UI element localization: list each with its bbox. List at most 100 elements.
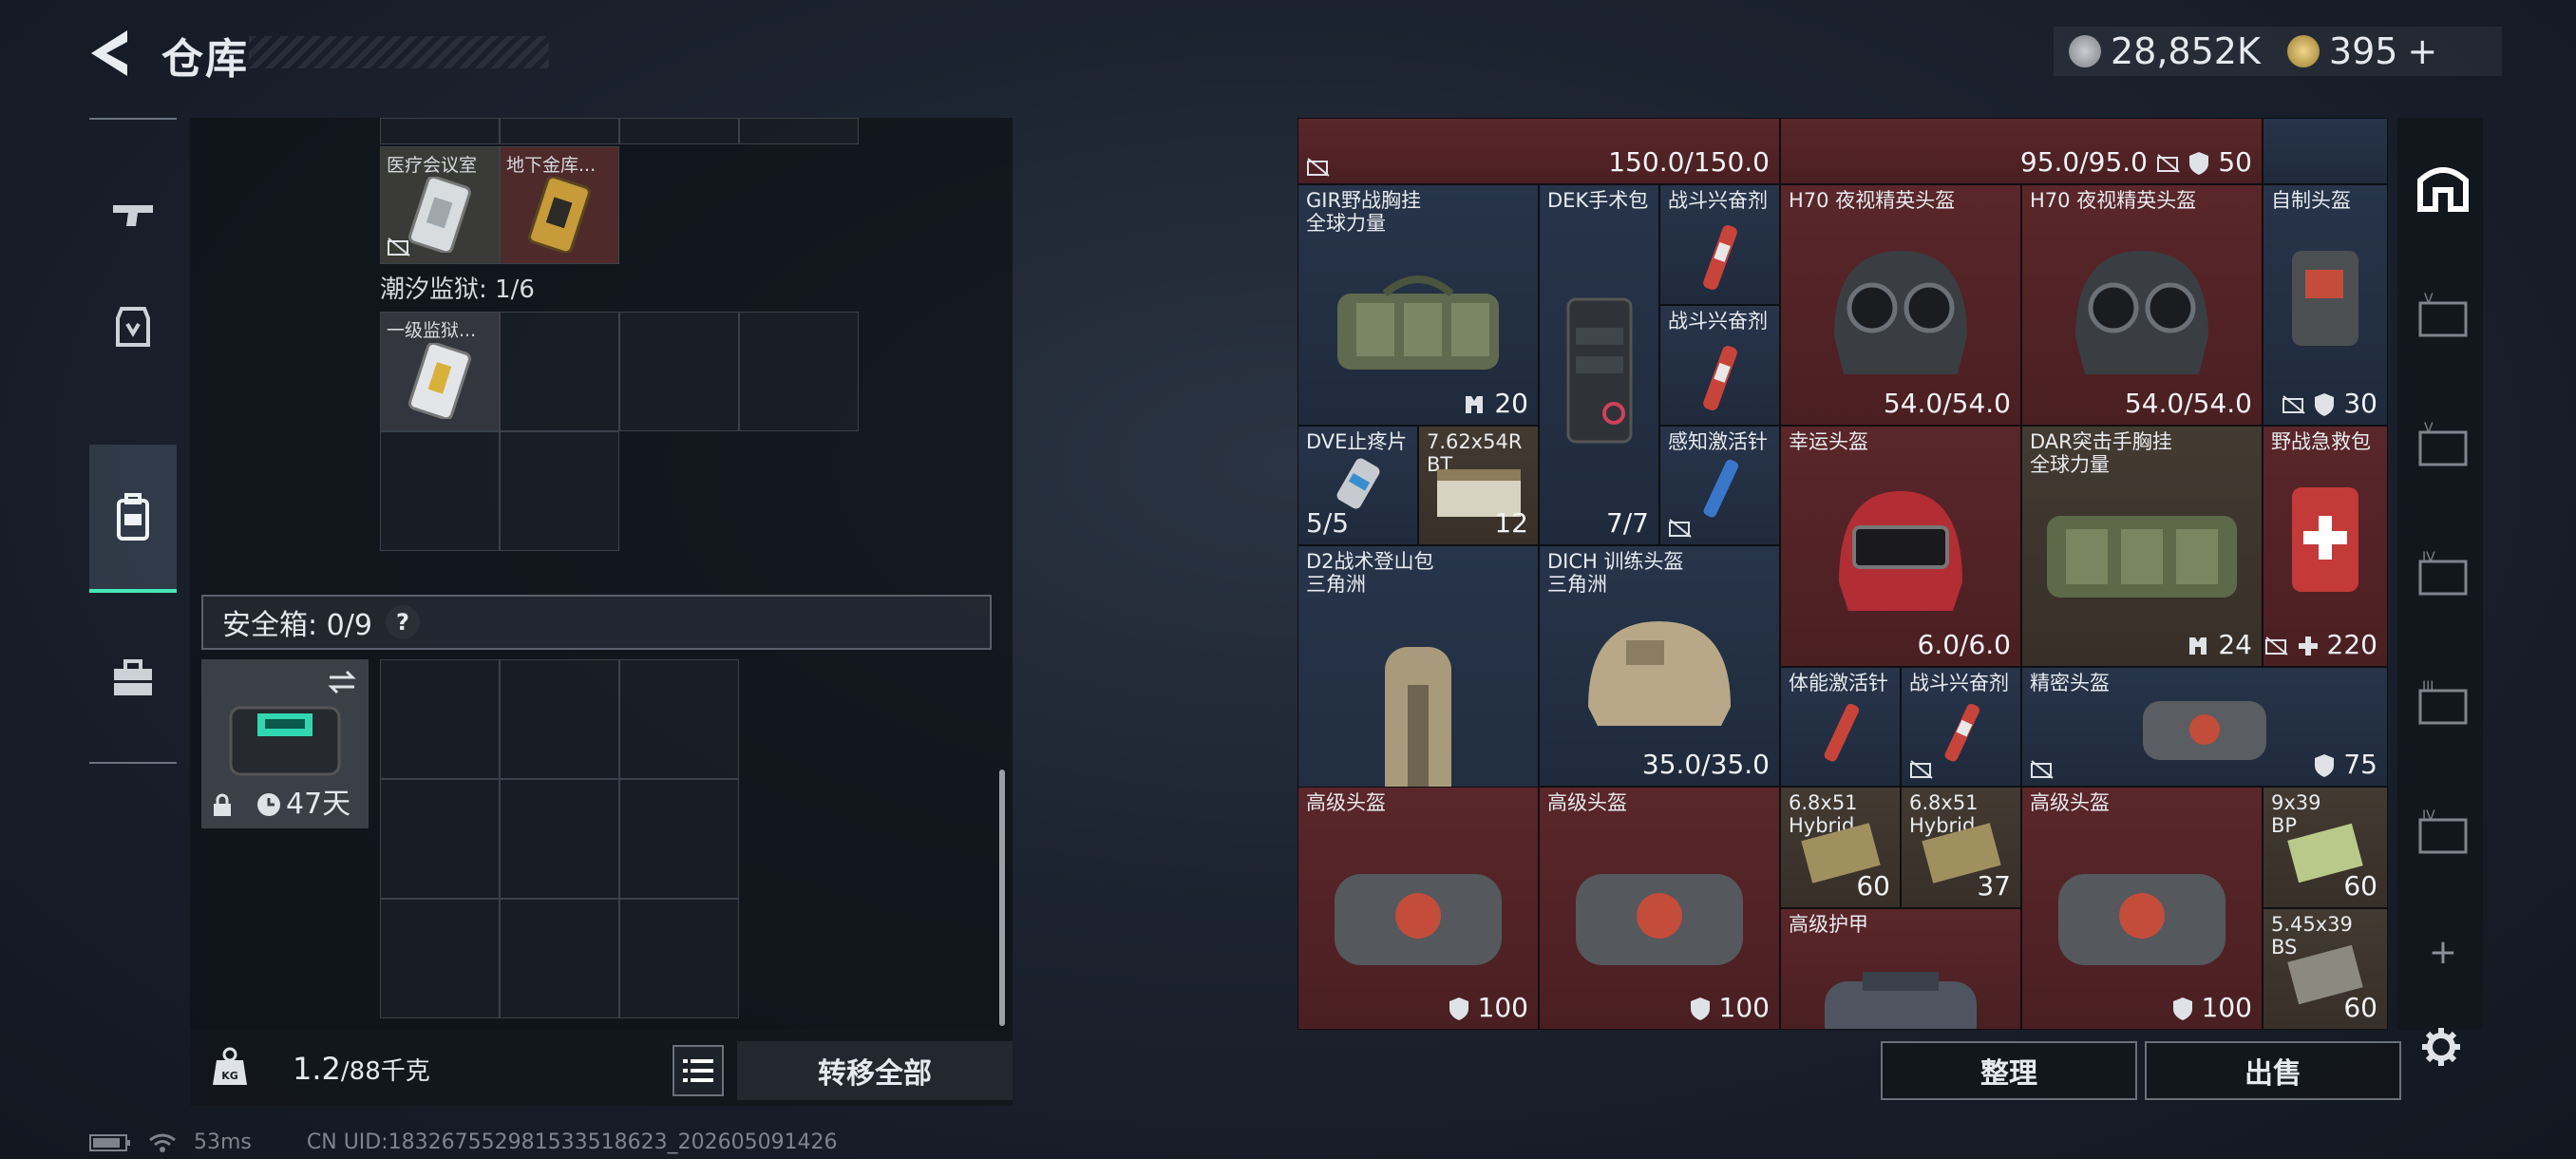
nav-backpack[interactable] [89, 445, 177, 593]
storage-tab-3[interactable]: IV [2416, 547, 2470, 600]
grid-slot[interactable] [500, 312, 619, 431]
safe-box-item[interactable]: 47天 [201, 659, 369, 828]
helmet-image [1323, 849, 1513, 986]
settings-button[interactable] [2420, 1026, 2462, 1068]
inventory-item[interactable]: H70 夜视精英头盔 54.0/54.0 [1780, 184, 2021, 426]
keycard-image [524, 175, 595, 256]
inventory-item[interactable]: 野战急救包 220 [2263, 426, 2388, 667]
item-label: 一级监狱... [387, 320, 477, 341]
nav-armor[interactable] [89, 276, 177, 378]
grid-slot[interactable] [2263, 118, 2388, 184]
main-storage-tab[interactable] [2416, 160, 2470, 213]
sort-button[interactable]: 整理 [1881, 1041, 2137, 1100]
inventory-item[interactable]: 感知激活针 [1659, 426, 1780, 545]
inventory-item[interactable]: 高级头盔 100 [2021, 787, 2263, 1030]
grid-slot[interactable] [380, 431, 500, 551]
transfer-all-button[interactable]: 转移全部 [737, 1041, 1013, 1100]
inventory-item[interactable]: 7.62x54R BT 12 [1418, 426, 1539, 545]
grid-slot[interactable] [619, 779, 739, 899]
grid-slot[interactable] [500, 659, 619, 779]
inventory-item[interactable]: 战斗兴奋剂 [1659, 305, 1780, 426]
help-button[interactable]: ? [385, 605, 420, 639]
grid-slot[interactable] [380, 118, 500, 144]
inventory-item[interactable]: 9x39 BP 60 [2263, 787, 2388, 908]
inventory-item[interactable]: 150.0/150.0 [1297, 118, 1780, 184]
add-currency-button[interactable]: + [2407, 30, 2437, 72]
ping-value: 53ms [194, 1130, 252, 1154]
item-name: D2战术登山包 三角洲 [1306, 550, 1434, 596]
ammo-count: 60 [1856, 870, 1890, 902]
no-insure-icon [1910, 760, 1933, 779]
grid-slot[interactable] [619, 118, 739, 144]
sell-button[interactable]: 出售 [2145, 1041, 2401, 1100]
item-name: 高级护甲 [1789, 913, 1868, 936]
grid-slot[interactable] [500, 118, 619, 144]
storage-tab-4[interactable]: III [2416, 676, 2470, 730]
inventory-item[interactable]: 自制头盔 30 [2263, 184, 2388, 426]
inventory-item[interactable]: 战斗兴奋剂 [1659, 184, 1780, 305]
grid-slot[interactable] [619, 899, 739, 1018]
add-storage-button[interactable]: + [2416, 925, 2470, 978]
back-button[interactable] [87, 27, 137, 80]
grid-slot[interactable] [380, 899, 500, 1018]
grid-slot[interactable] [500, 779, 619, 899]
storage-tab-2[interactable]: V [2416, 418, 2470, 471]
inventory-item[interactable]: 5.45x39 BS 60 [2263, 908, 2388, 1030]
scrollbar[interactable] [999, 770, 1005, 1026]
uses-value: 5/5 [1306, 507, 1350, 539]
inventory-item[interactable]: 6.8x51 Hybrid 37 [1901, 787, 2021, 908]
item-label: 地下金库... [506, 155, 597, 176]
inventory-item[interactable]: DAR突击手胸挂 全球力量 24 [2021, 426, 2263, 667]
shield-icon [2315, 754, 2335, 777]
item-name: 感知激活针 [1668, 430, 1768, 453]
inventory-item[interactable]: 体能激活针 [1780, 667, 1901, 787]
keycard-item[interactable]: 医疗会议室 [380, 146, 500, 264]
storage-tab-1[interactable]: V [2416, 289, 2470, 342]
no-insure-icon [2282, 395, 2305, 414]
stim-image [1701, 215, 1739, 304]
token-amount: 395 [2328, 30, 2398, 72]
helmet-image [1806, 232, 1996, 397]
inventory-item[interactable]: 幸运头盔 6.0/6.0 [1780, 426, 2021, 667]
item-name: 野战急救包 [2271, 430, 2371, 453]
inventory-item[interactable]: 高级护甲 [1780, 908, 2021, 1030]
grid-slot[interactable] [739, 312, 859, 431]
grid-slot[interactable] [619, 312, 739, 431]
storage-tab-5[interactable]: IV [2416, 806, 2470, 859]
nav-weapons[interactable] [89, 163, 177, 266]
grid-slot[interactable] [380, 779, 500, 899]
inventory-item[interactable]: 精密头盔 75 [2021, 667, 2388, 787]
inventory-item[interactable]: 高级头盔 100 [1297, 787, 1539, 1030]
item-name: 幸运头盔 [1789, 430, 1868, 453]
gear-icon [2422, 1028, 2460, 1066]
inventory-item[interactable]: DICH 训练头盔 三角洲 35.0/35.0 [1539, 545, 1780, 787]
grid-slot[interactable] [619, 659, 739, 779]
item-name: 战斗兴奋剂 [1668, 189, 1768, 212]
inventory-item[interactable]: 95.0/95.0 50 [1780, 118, 2263, 184]
keycard-item[interactable]: 一级监狱... [380, 312, 500, 431]
inventory-item[interactable]: DEK手术包 7/7 [1539, 184, 1659, 545]
grid-slot[interactable] [500, 899, 619, 1018]
grid-slot[interactable] [739, 118, 859, 144]
no-insure-icon [1669, 519, 1692, 538]
token-icon [2286, 35, 2320, 67]
lock-icon [214, 793, 231, 816]
item-name: H70 夜视精英头盔 [2030, 189, 2197, 212]
list-view-button[interactable] [672, 1045, 724, 1096]
back-arrow-icon [91, 30, 127, 76]
inventory-item[interactable]: 6.8x51 Hybrid 60 [1780, 787, 1901, 908]
rig-icon [1466, 396, 1484, 413]
inventory-item[interactable]: H70 夜视精英头盔 54.0/54.0 [2021, 184, 2263, 426]
grid-slot[interactable] [500, 431, 619, 551]
armor-value: 100 [1690, 992, 1770, 1023]
inventory-item[interactable]: GIR野战胸挂 全球力量 20 [1297, 184, 1539, 426]
shield-icon [1449, 998, 1468, 1020]
inventory-item[interactable]: 战斗兴奋剂 [1901, 667, 2021, 787]
inventory-item[interactable]: DVE止疼片 5/5 [1297, 426, 1418, 545]
shield-icon [1690, 998, 1710, 1020]
svg-text:IV: IV [2422, 808, 2435, 824]
inventory-item[interactable]: 高级头盔 100 [1539, 787, 1780, 1030]
grid-slot[interactable] [380, 659, 500, 779]
nav-toolbox[interactable] [89, 627, 177, 730]
keycard-item[interactable]: 地下金库... [500, 146, 619, 264]
